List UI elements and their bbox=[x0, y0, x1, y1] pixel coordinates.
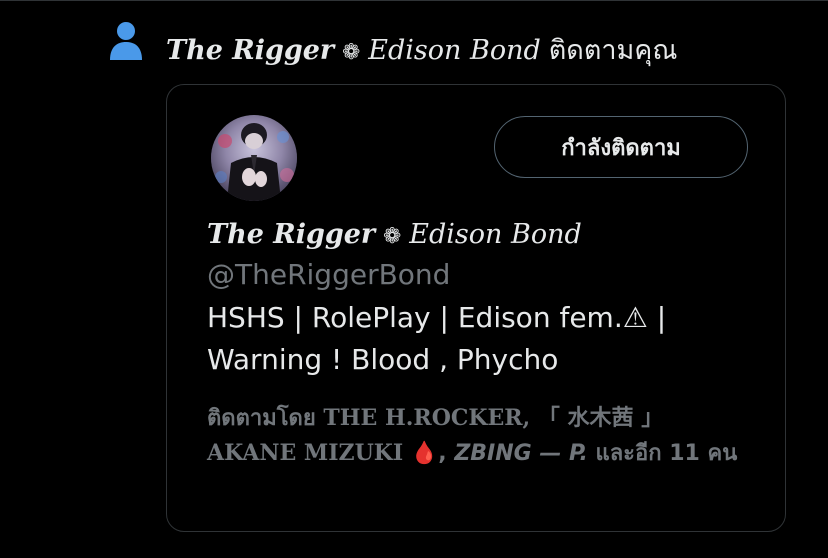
bio-line: Warning ! Blood , Phycho bbox=[207, 343, 559, 376]
notification-user-name-suffix[interactable]: Edison Bond bbox=[368, 35, 540, 66]
notification-text: The Rigger ❁ Edison Bond ติดตามคุณ bbox=[166, 31, 677, 71]
separator: , bbox=[438, 441, 447, 466]
bio-line: HSHS | RolePlay | Edison fem.⚠ | bbox=[207, 301, 667, 334]
followed-by-prefix: ติดตามโดย bbox=[207, 406, 316, 431]
followed-by-and-more: และอีก bbox=[595, 441, 662, 466]
display-name-main: The Rigger bbox=[207, 219, 376, 250]
profile-avatar[interactable] bbox=[211, 115, 297, 201]
blood-drop-emoji: 🩸 bbox=[410, 441, 439, 466]
follower-name: AKANE MIZUKI bbox=[207, 440, 404, 466]
avatar-image bbox=[211, 115, 297, 201]
profile-handle[interactable]: @TheRiggerBond bbox=[207, 255, 450, 295]
profile-bio: HSHS | RolePlay | Edison fem.⚠ | Warning… bbox=[207, 297, 747, 381]
follower-name: 「 水木茜 」 bbox=[537, 406, 664, 431]
following-button[interactable]: กำลังติดตาม bbox=[494, 116, 748, 178]
profile-card[interactable]: กำลังติดตาม The Rigger ❁ Edison Bond @TheR… bbox=[166, 84, 786, 532]
display-name-suffix: Edison Bond bbox=[409, 219, 582, 250]
followed-by-unit: คน bbox=[707, 441, 738, 466]
notification-action-text: ติดตามคุณ bbox=[548, 35, 678, 66]
notification-user-name[interactable]: The Rigger bbox=[166, 35, 334, 66]
flower-symbol: ❁ bbox=[383, 224, 402, 249]
profile-display-name[interactable]: The Rigger ❁ Edison Bond bbox=[207, 213, 582, 257]
flower-symbol: ❁ bbox=[342, 40, 361, 65]
follower-name: ZBING — P. bbox=[454, 441, 588, 466]
follower-name: THE H.ROCKER, bbox=[323, 405, 531, 431]
followed-by-text[interactable]: ติดตามโดย THE H.ROCKER, 「 水木茜 」 AKANE MI… bbox=[207, 401, 747, 471]
followed-by-count: 11 bbox=[669, 441, 700, 466]
top-divider bbox=[0, 0, 828, 1]
person-icon bbox=[110, 22, 142, 60]
